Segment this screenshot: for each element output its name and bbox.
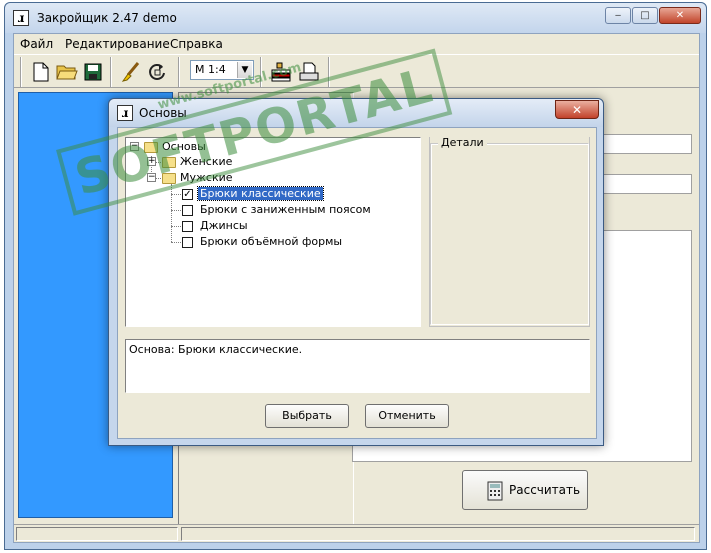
menu-edit[interactable]: Редактирование bbox=[65, 37, 170, 51]
brush-icon[interactable] bbox=[118, 59, 144, 85]
tree-node-group[interactable]: Мужские bbox=[180, 171, 233, 184]
toolbar-separator bbox=[20, 57, 22, 87]
tree-item-checkbox[interactable] bbox=[182, 205, 193, 216]
status-cell bbox=[16, 527, 178, 541]
dialog-title-bar[interactable]: ɹ Основы ✕ bbox=[109, 99, 603, 127]
tree-node-root[interactable]: Основы bbox=[162, 140, 206, 153]
cancel-button[interactable]: Отменить bbox=[365, 404, 449, 428]
tree-line bbox=[171, 210, 181, 211]
menu-file[interactable]: Файл bbox=[20, 37, 53, 51]
tree-line bbox=[171, 194, 181, 195]
tree-line bbox=[171, 226, 181, 227]
menu-bar: Файл Редактирование Справка bbox=[14, 34, 699, 54]
calculate-button[interactable]: Рассчитать bbox=[462, 470, 588, 510]
tree-item[interactable]: Джинсы bbox=[200, 219, 248, 232]
toolbar-separator bbox=[110, 57, 112, 87]
status-cell bbox=[181, 527, 695, 541]
tree-item[interactable]: Брюки объёмной формы bbox=[200, 235, 342, 248]
new-file-icon[interactable] bbox=[28, 59, 54, 85]
details-label: Детали bbox=[438, 136, 487, 149]
dialog-body: − Основы + Женские − Мужские ✓ Брюки кла… bbox=[117, 127, 597, 439]
close-button[interactable]: ✕ bbox=[659, 7, 701, 24]
toolbar-separator bbox=[328, 57, 330, 87]
dialog-title: Основы bbox=[139, 106, 187, 120]
scale-select-value: М 1:4 bbox=[195, 63, 226, 76]
menu-help[interactable]: Справка bbox=[170, 37, 223, 51]
open-folder-icon[interactable] bbox=[54, 59, 80, 85]
dialog-app-icon: ɹ bbox=[117, 105, 133, 121]
bases-tree[interactable]: − Основы + Женские − Мужские ✓ Брюки кла… bbox=[125, 137, 421, 327]
maximize-button[interactable]: □ bbox=[632, 7, 658, 24]
tree-expand-icon[interactable]: + bbox=[147, 157, 156, 166]
toolbar-separator bbox=[178, 57, 180, 87]
scale-select[interactable]: М 1:4 ▼ bbox=[190, 60, 254, 80]
refresh-icon[interactable] bbox=[144, 59, 170, 85]
tree-item[interactable]: Брюки классические bbox=[197, 186, 324, 201]
tree-item-checkbox[interactable]: ✓ bbox=[182, 189, 193, 200]
tree-collapse-icon[interactable]: − bbox=[147, 173, 156, 182]
bases-dialog: ɹ Основы ✕ − Основы + Женские − Мужские … bbox=[108, 98, 604, 446]
window-title: Закройщик 2.47 demo bbox=[37, 11, 177, 25]
select-button[interactable]: Выбрать bbox=[265, 404, 349, 428]
tree-node-group[interactable]: Женские bbox=[180, 155, 232, 168]
details-group: Детали bbox=[429, 136, 590, 327]
toolbar: М 1:4 ▼ bbox=[14, 54, 699, 88]
calculate-button-label: Рассчитать bbox=[509, 483, 581, 497]
tree-item-checkbox[interactable] bbox=[182, 237, 193, 248]
app-icon: ɹ bbox=[13, 10, 29, 26]
minimize-button[interactable]: ‒ bbox=[605, 7, 631, 24]
folder-open-icon bbox=[144, 142, 158, 153]
dialog-close-button[interactable]: ✕ bbox=[555, 100, 599, 119]
title-bar[interactable]: ɹ Закройщик 2.47 demo ‒ □ ✕ bbox=[5, 3, 706, 33]
folder-icon bbox=[162, 157, 176, 168]
print-icon[interactable] bbox=[296, 59, 322, 85]
toolbar-separator bbox=[260, 57, 262, 87]
tree-line bbox=[171, 184, 172, 242]
tree-item-checkbox[interactable] bbox=[182, 221, 193, 232]
tree-line bbox=[171, 242, 181, 243]
tree-item[interactable]: Брюки с заниженным поясом bbox=[200, 203, 371, 216]
chevron-down-icon[interactable]: ▼ bbox=[237, 62, 252, 78]
tree-collapse-icon[interactable]: − bbox=[130, 142, 139, 151]
status-bar bbox=[14, 524, 699, 542]
folder-open-icon bbox=[162, 173, 176, 184]
layers-icon[interactable] bbox=[268, 59, 294, 85]
save-icon[interactable] bbox=[80, 59, 106, 85]
details-frame bbox=[430, 143, 589, 325]
calculator-icon bbox=[487, 481, 503, 501]
description-box: Основа: Брюки классические. bbox=[125, 339, 590, 393]
